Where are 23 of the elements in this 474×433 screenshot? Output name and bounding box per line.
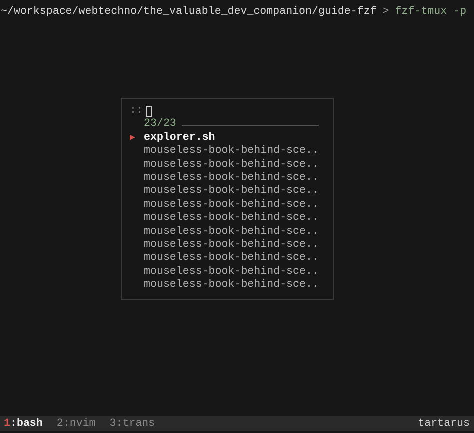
result-item[interactable]: mouseless-book-behind-sce.. — [144, 145, 319, 159]
result-item[interactable]: mouseless-book-behind-sce.. — [144, 239, 319, 252]
pointer-icon: ▶ — [130, 132, 136, 143]
result-item[interactable]: mouseless-book-behind-sce.. — [144, 279, 319, 293]
window-tab[interactable]: 2:nvim — [56, 418, 96, 430]
result-item[interactable]: mouseless-book-behind-sce.. — [144, 212, 319, 226]
match-counter: 23/23 — [144, 118, 176, 132]
command-text: fzf-tmux -p — [395, 6, 467, 18]
prompt-symbol: > — [382, 6, 390, 18]
result-item[interactable]: mouseless-book-behind-sce.. — [144, 226, 319, 240]
prompt-marker: :: — [130, 105, 143, 118]
result-item[interactable]: mouseless-book-behind-sce.. — [144, 266, 319, 280]
prompt-path: ~/workspace/webtechno/the_valuable_dev_companion/guide-fzf — [1, 6, 377, 18]
result-item[interactable]: mouseless-book-behind-sce.. — [144, 185, 319, 199]
window-tab[interactable]: 3:trans — [110, 418, 156, 430]
result-item[interactable]: explorer.sh — [144, 132, 216, 146]
result-item[interactable]: mouseless-book-behind-sce.. — [144, 172, 319, 186]
result-item[interactable]: mouseless-book-behind-sce.. — [144, 198, 319, 212]
host-name: tartarus — [418, 418, 470, 430]
result-item[interactable]: mouseless-book-behind-sce.. — [144, 158, 319, 172]
text-cursor — [146, 106, 152, 118]
result-item[interactable]: mouseless-book-behind-sce.. — [144, 252, 319, 266]
window-tab[interactable]: 1:bash — [4, 418, 43, 430]
